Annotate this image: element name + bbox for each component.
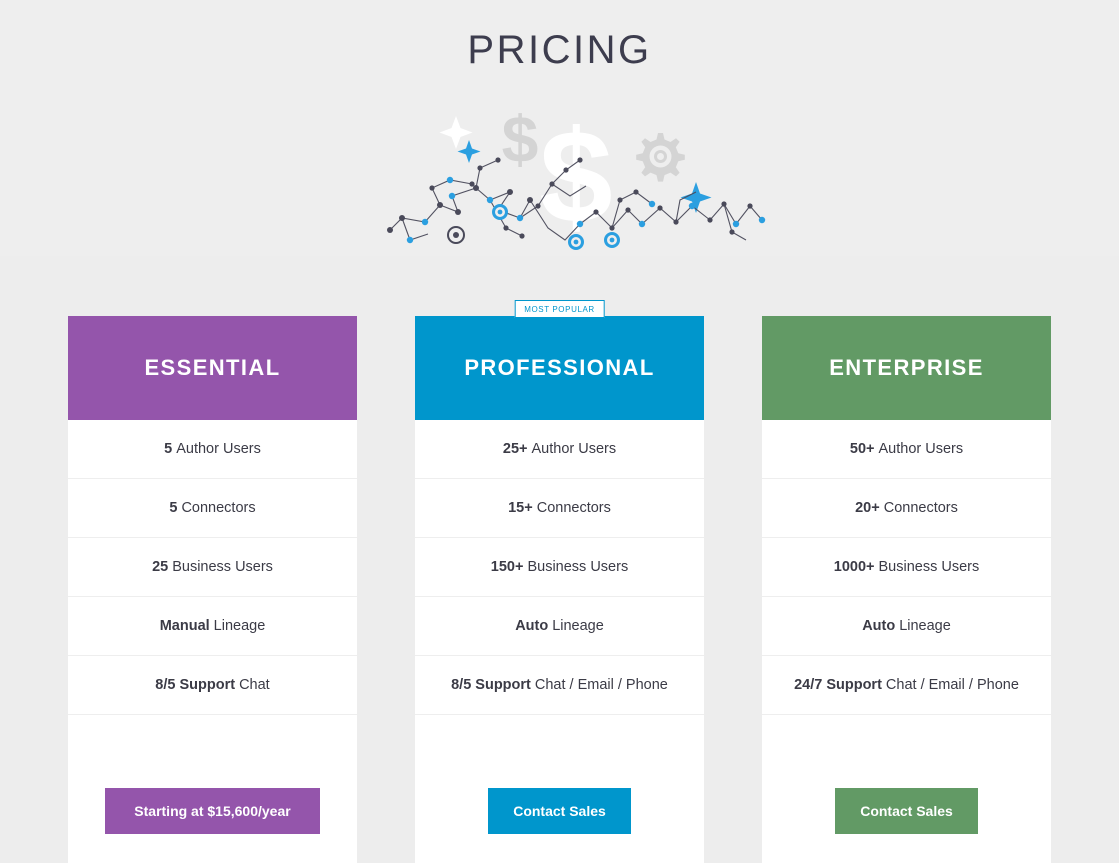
feature-lead: 5 [164, 441, 173, 457]
cta-container-professional: Contact Sales [415, 715, 704, 863]
dollar-sign-small: $ [502, 102, 539, 176]
feature-lead: 150+ [490, 559, 524, 575]
svg-text:$: $ [502, 102, 539, 176]
plan-name-enterprise: ENTERPRISE [762, 316, 1051, 420]
cta-container-essential: Starting at $15,600/year [68, 715, 357, 863]
feature-lead: 8/5 Support [451, 677, 531, 693]
feature-lead: Auto [862, 618, 896, 634]
feature-row: 8/5 Support Chat [68, 656, 357, 715]
feature-lead: 5 [169, 500, 178, 516]
feature-lead: Manual [159, 618, 210, 634]
feature-rest: Business Users [172, 559, 273, 575]
feature-rest: Business Users [527, 559, 629, 575]
feature-lead: 15+ [508, 500, 533, 516]
pricing-card-essential: ESSENTIAL 5 Author Users 5 Connectors 25… [68, 316, 357, 863]
feature-row: 25+ Author Users [415, 420, 704, 479]
feature-rest: Lineage [213, 618, 266, 634]
feature-row: 1000+ Business Users [762, 538, 1051, 597]
feature-row: 15+ Connectors [415, 479, 704, 538]
pricing-card-professional: MOST POPULAR PROFESSIONAL 25+ Author Use… [415, 300, 704, 863]
pricing-card-grid: ESSENTIAL 5 Author Users 5 Connectors 25… [0, 300, 1119, 863]
gear-icon [636, 133, 685, 182]
feature-lead: 24/7 Support [794, 677, 882, 693]
sparkle-blue-small [457, 140, 481, 163]
feature-lead: 8/5 Support [155, 677, 236, 693]
feature-lead: 20+ [855, 500, 880, 516]
feature-list-professional: 25+ Author Users 15+ Connectors 150+ Bus… [415, 420, 704, 715]
feature-row: Manual Lineage [68, 597, 357, 656]
feature-lead: Auto [515, 618, 549, 634]
feature-rest: Lineage [899, 618, 951, 634]
feature-lead: 1000+ [833, 559, 875, 575]
feature-rest: Connectors [181, 500, 256, 516]
pricing-section: ESSENTIAL 5 Author Users 5 Connectors 25… [0, 256, 1119, 863]
feature-list-enterprise: 50+ Author Users 20+ Connectors 1000+ Bu… [762, 420, 1051, 715]
most-popular-badge: MOST POPULAR [514, 300, 605, 318]
feature-row: 5 Author Users [68, 420, 357, 479]
feature-row: Auto Lineage [762, 597, 1051, 656]
feature-rest: Connectors [883, 500, 958, 516]
feature-list-essential: 5 Author Users 5 Connectors 25 Business … [68, 420, 357, 715]
feature-row: 5 Connectors [68, 479, 357, 538]
feature-row: 24/7 Support Chat / Email / Phone [762, 656, 1051, 715]
pricing-network-illustration: $ $ [380, 100, 770, 256]
feature-rest: Chat [239, 677, 270, 693]
pricing-card-enterprise: ENTERPRISE 50+ Author Users 20+ Connecto… [762, 316, 1051, 863]
feature-rest: Author Users [531, 441, 617, 457]
feature-row: 25 Business Users [68, 538, 357, 597]
feature-row: 50+ Author Users [762, 420, 1051, 479]
feature-lead: 25+ [502, 441, 528, 457]
cta-container-enterprise: Contact Sales [762, 715, 1051, 863]
feature-row: 20+ Connectors [762, 479, 1051, 538]
feature-lead: 50+ [849, 441, 875, 457]
feature-row: Auto Lineage [415, 597, 704, 656]
feature-rest: Business Users [878, 559, 980, 575]
feature-lead: 25 [152, 559, 169, 575]
feature-row: 150+ Business Users [415, 538, 704, 597]
feature-rest: Chat / Email / Phone [885, 677, 1019, 693]
sparkle-white [439, 116, 473, 149]
pricing-cta-professional[interactable]: Contact Sales [488, 788, 631, 834]
plan-name-essential: ESSENTIAL [68, 316, 357, 420]
plan-name-professional: PROFESSIONAL [415, 316, 704, 420]
pricing-cta-essential[interactable]: Starting at $15,600/year [105, 788, 320, 834]
hero-section: PRICING $ $ [0, 0, 1119, 256]
page-title: PRICING [467, 28, 652, 72]
feature-rest: Lineage [552, 618, 604, 634]
feature-row: 8/5 Support Chat / Email / Phone [415, 656, 704, 715]
pricing-cta-enterprise[interactable]: Contact Sales [835, 788, 978, 834]
feature-rest: Connectors [536, 500, 611, 516]
feature-rest: Author Users [176, 441, 261, 457]
feature-rest: Author Users [878, 441, 964, 457]
feature-rest: Chat / Email / Phone [534, 677, 668, 693]
